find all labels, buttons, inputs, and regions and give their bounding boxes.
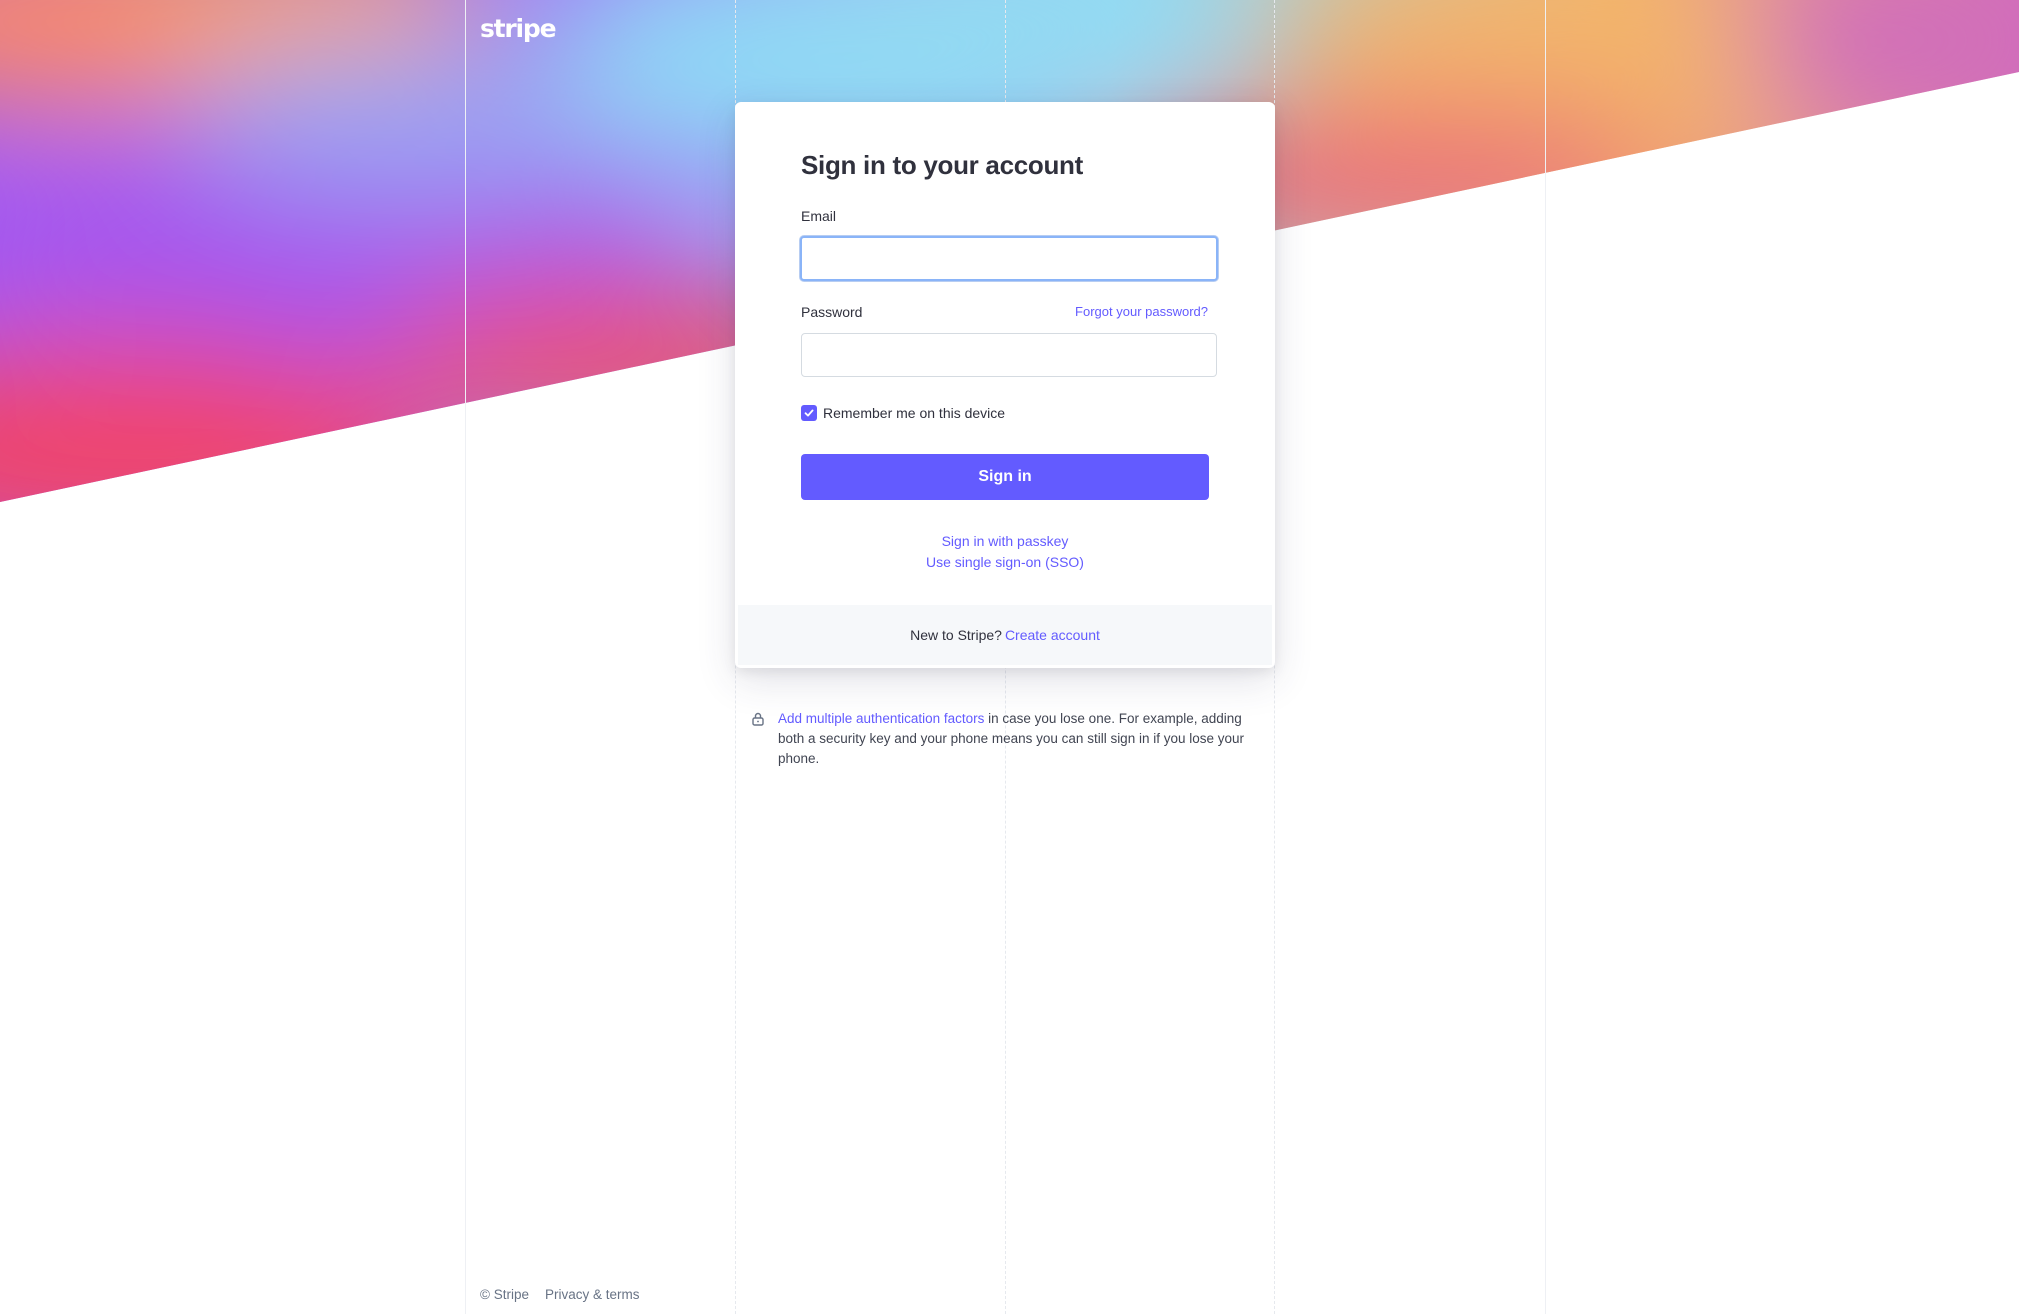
remember-me-checkbox-row[interactable]: Remember me on this device bbox=[801, 405, 1005, 421]
password-field[interactable] bbox=[801, 333, 1217, 377]
forgot-password-link[interactable]: Forgot your password? bbox=[1075, 304, 1208, 319]
sso-signin-link[interactable]: Use single sign-on (SSO) bbox=[735, 554, 1275, 570]
create-account-link[interactable]: Create account bbox=[1005, 627, 1100, 643]
security-tip-text: Add multiple authentication factors in c… bbox=[778, 709, 1262, 769]
sign-in-button[interactable]: Sign in bbox=[801, 454, 1209, 500]
remember-me-checkbox[interactable] bbox=[801, 405, 817, 421]
stripe-logo[interactable]: stripe bbox=[480, 14, 557, 43]
passkey-signin-link[interactable]: Sign in with passkey bbox=[735, 533, 1275, 549]
background-gridline bbox=[1545, 0, 1546, 1314]
email-field[interactable] bbox=[800, 236, 1218, 281]
background-gridline bbox=[465, 0, 466, 1314]
add-auth-factors-link[interactable]: Add multiple authentication factors bbox=[778, 711, 984, 726]
page-title: Sign in to your account bbox=[801, 150, 1083, 180]
privacy-terms-link[interactable]: Privacy & terms bbox=[545, 1287, 640, 1302]
page-footer: © Stripe Privacy & terms bbox=[480, 1287, 639, 1302]
card-footer: New to Stripe? Create account bbox=[738, 605, 1272, 665]
new-to-stripe-text: New to Stripe? bbox=[910, 627, 1002, 643]
email-label: Email bbox=[801, 208, 837, 224]
copyright-text: © Stripe bbox=[480, 1287, 529, 1302]
lock-icon bbox=[752, 712, 764, 726]
checkmark-icon bbox=[804, 409, 814, 417]
security-tip: Add multiple authentication factors in c… bbox=[752, 709, 1262, 769]
password-label: Password bbox=[801, 304, 863, 320]
remember-me-label: Remember me on this device bbox=[823, 405, 1006, 421]
signin-card: Sign in to your account Email Password F… bbox=[735, 102, 1275, 668]
